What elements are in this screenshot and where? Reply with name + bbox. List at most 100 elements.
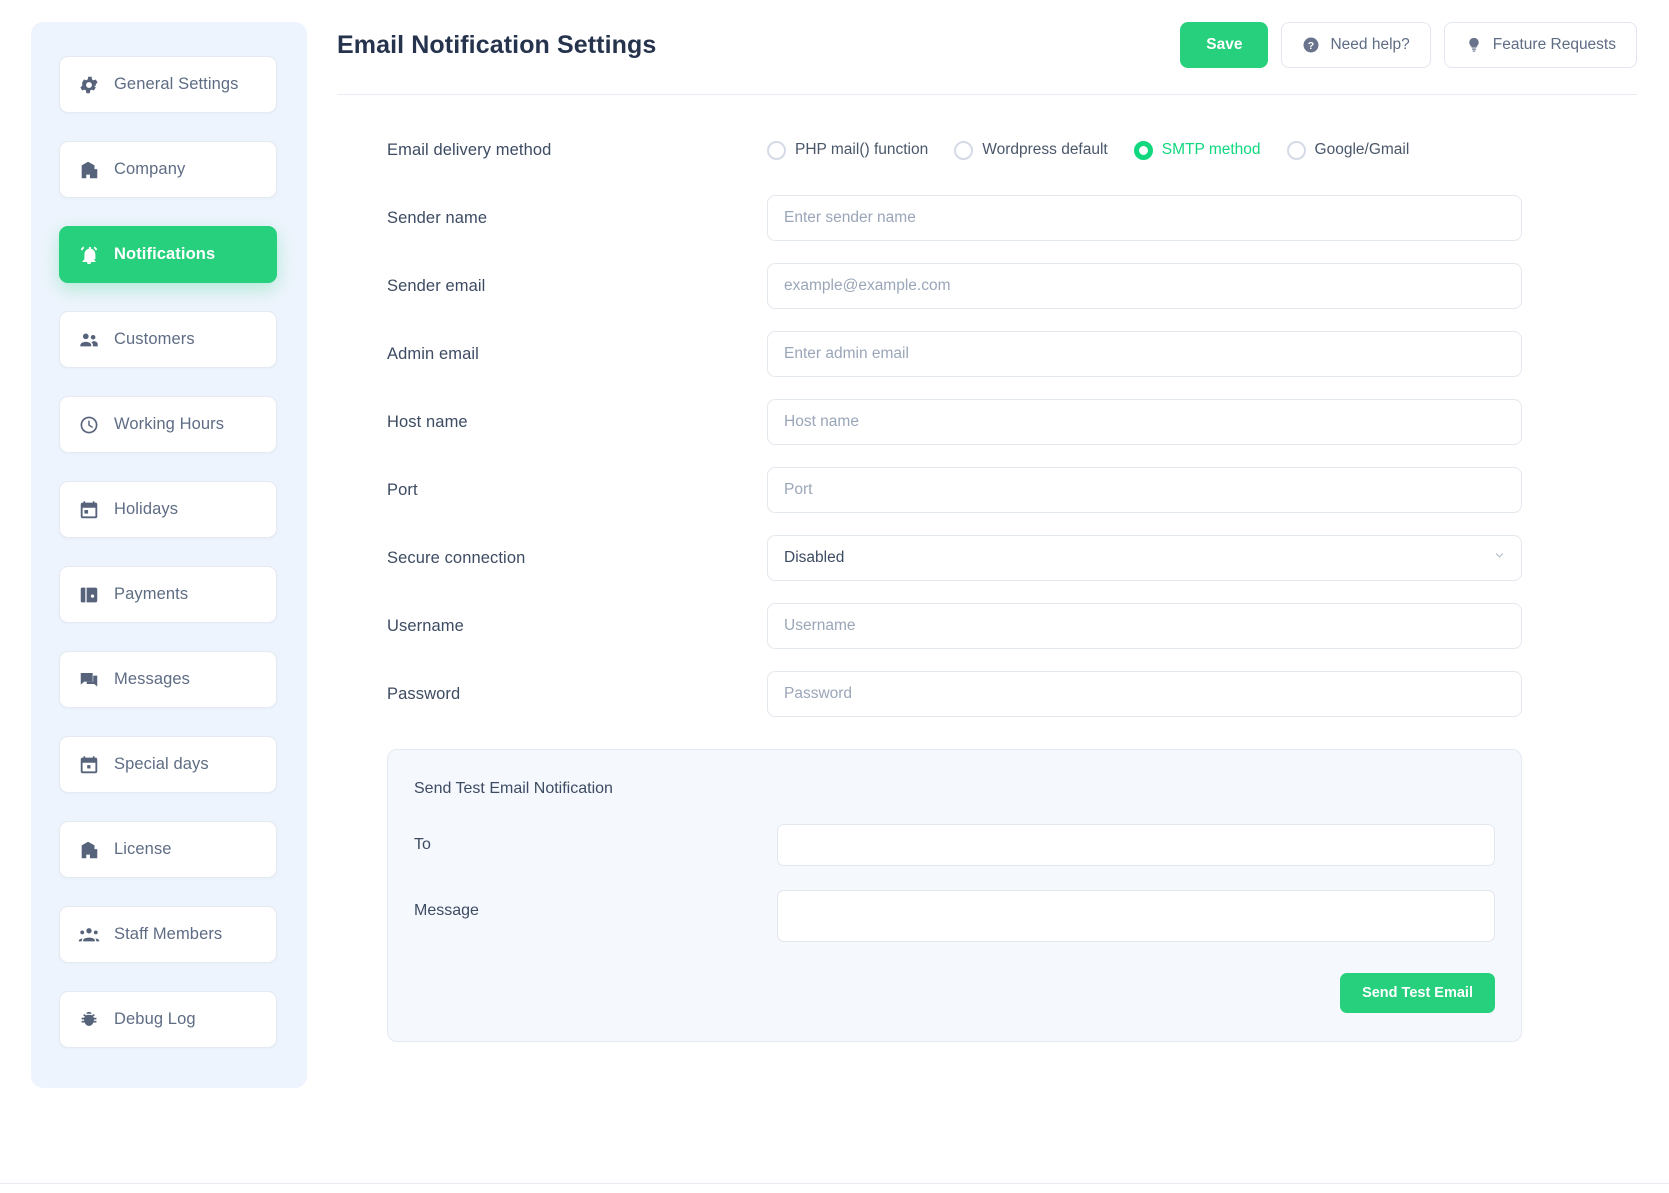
test-panel-actions: Send Test Email	[414, 973, 1495, 1013]
sidebar-item-license[interactable]: License	[59, 821, 277, 878]
sidebar-item-notifications[interactable]: Notifications	[59, 226, 277, 283]
feature-requests-label: Feature Requests	[1492, 36, 1616, 53]
sidebar-item-general-settings[interactable]: General Settings	[59, 56, 277, 113]
sender-email-label: Sender email	[387, 276, 486, 295]
sidebar-item-working-hours[interactable]: Working Hours	[59, 396, 277, 453]
sidebar-item-holidays[interactable]: Holidays	[59, 481, 277, 538]
sidebar-item-label: Company	[114, 160, 186, 178]
sidebar-item-special-days[interactable]: Special days	[59, 736, 277, 793]
test-row-message: Message	[414, 890, 1495, 947]
main-content: Email Notification Settings Save ? Need …	[307, 0, 1669, 1193]
wallet-icon	[78, 584, 100, 606]
radio-label: Wordpress default	[982, 141, 1108, 158]
people-icon	[78, 329, 100, 351]
radio-dot-icon	[767, 140, 786, 160]
sender-name-input[interactable]	[767, 195, 1522, 241]
radio-google-gmail[interactable]: Google/Gmail	[1286, 140, 1410, 160]
form-row-password: Password	[387, 671, 1637, 717]
sidebar-item-payments[interactable]: Payments	[59, 566, 277, 623]
admin-email-label: Admin email	[387, 344, 479, 363]
save-button[interactable]: Save	[1180, 22, 1269, 68]
test-to-label: To	[414, 836, 431, 853]
page-title: Email Notification Settings	[337, 30, 657, 59]
page-bottom-divider	[0, 1183, 1669, 1184]
sidebar-item-messages[interactable]: Messages	[59, 651, 277, 708]
sidebar-item-label: Working Hours	[114, 415, 225, 433]
radio-smtp-method[interactable]: SMTP method	[1133, 140, 1261, 160]
sidebar-item-label: Holidays	[114, 500, 179, 518]
sidebar-item-label: General Settings	[114, 75, 239, 93]
building-icon	[78, 839, 100, 861]
sidebar-item-label: Payments	[114, 585, 189, 603]
delivery-method-radio-group: PHP mail() function Wordpress default SMTP…	[767, 140, 1522, 160]
sidebar-item-label: Notifications	[114, 245, 216, 263]
sidebar-item-label: Customers	[114, 330, 195, 348]
port-label: Port	[387, 480, 418, 499]
radio-label: Google/Gmail	[1314, 141, 1410, 158]
bug-icon	[78, 1009, 100, 1031]
secure-connection-select[interactable]: Disabled	[767, 535, 1522, 581]
sidebar-item-company[interactable]: Company	[59, 141, 277, 198]
radio-label: SMTP method	[1161, 141, 1261, 158]
feature-requests-button[interactable]: Feature Requests	[1443, 22, 1637, 68]
sidebar-item-customers[interactable]: Customers	[59, 311, 277, 368]
svg-text:?: ?	[1308, 40, 1314, 52]
question-circle-icon: ?	[1302, 36, 1320, 54]
username-input[interactable]	[767, 603, 1522, 649]
radio-dot-icon	[954, 140, 974, 160]
test-message-textarea[interactable]	[777, 890, 1495, 942]
form-row-username: Username	[387, 603, 1637, 649]
form-row-sender-name: Sender name	[387, 195, 1637, 241]
password-input[interactable]	[767, 671, 1522, 717]
bell-icon	[78, 244, 100, 266]
building-icon	[78, 159, 100, 181]
lightbulb-icon	[1465, 36, 1483, 54]
radio-php-mail-function[interactable]: PHP mail() function	[767, 140, 928, 160]
delivery-method-label: Email delivery method	[387, 140, 552, 159]
host-name-input[interactable]	[767, 399, 1522, 445]
admin-email-input[interactable]	[767, 331, 1522, 377]
username-label: Username	[387, 616, 464, 635]
secure-connection-selected-value: Disabled	[784, 549, 845, 566]
send-test-email-panel: Send Test Email Notification To Message …	[387, 749, 1522, 1042]
clock-icon	[78, 414, 100, 436]
test-row-to: To	[414, 824, 1495, 866]
form-row-port: Port	[387, 467, 1637, 513]
gear-icon	[78, 74, 100, 96]
calendar-icon	[78, 499, 100, 521]
settings-page: General Settings Company Notifications Cust…	[0, 0, 1669, 1193]
sidebar-item-staff-members[interactable]: Staff Members	[59, 906, 277, 963]
settings-sidebar: General Settings Company Notifications Cust…	[31, 22, 307, 1088]
test-panel-title: Send Test Email Notification	[414, 780, 613, 797]
calendar-star-icon	[78, 754, 100, 776]
secure-connection-label: Secure connection	[387, 548, 526, 567]
radio-dot-icon	[1286, 140, 1306, 160]
test-message-label: Message	[414, 902, 479, 919]
password-label: Password	[387, 684, 461, 703]
settings-form: Email delivery method PHP mail() functio…	[337, 95, 1637, 1042]
chat-icon	[78, 669, 100, 691]
host-name-label: Host name	[387, 412, 468, 431]
header-actions: Save ? Need help? Feature Requests	[1180, 22, 1637, 68]
form-row-sender-email: Sender email	[387, 263, 1637, 309]
test-to-input[interactable]	[777, 824, 1495, 866]
need-help-button[interactable]: ? Need help?	[1281, 22, 1431, 68]
form-row-secure-connection: Secure connection Disabled	[387, 535, 1637, 581]
radio-dot-icon	[1133, 140, 1153, 160]
sidebar-item-label: Staff Members	[114, 925, 223, 943]
port-input[interactable]	[767, 467, 1522, 513]
page-header: Email Notification Settings Save ? Need …	[337, 22, 1637, 95]
sender-email-input[interactable]	[767, 263, 1522, 309]
sidebar-item-label: Messages	[114, 670, 191, 688]
sender-name-label: Sender name	[387, 208, 488, 227]
group-icon	[78, 924, 100, 946]
sidebar-item-label: Special days	[114, 755, 209, 773]
form-row-admin-email: Admin email	[387, 331, 1637, 377]
sidebar-item-label: Debug Log	[114, 1010, 196, 1028]
sidebar-item-label: License	[114, 840, 172, 858]
radio-wordpress-default[interactable]: Wordpress default	[954, 140, 1108, 160]
sidebar-item-debug-log[interactable]: Debug Log	[59, 991, 277, 1048]
form-row-host-name: Host name	[387, 399, 1637, 445]
form-row-delivery-method: Email delivery method PHP mail() functio…	[387, 127, 1637, 173]
send-test-email-button[interactable]: Send Test Email	[1340, 973, 1495, 1013]
